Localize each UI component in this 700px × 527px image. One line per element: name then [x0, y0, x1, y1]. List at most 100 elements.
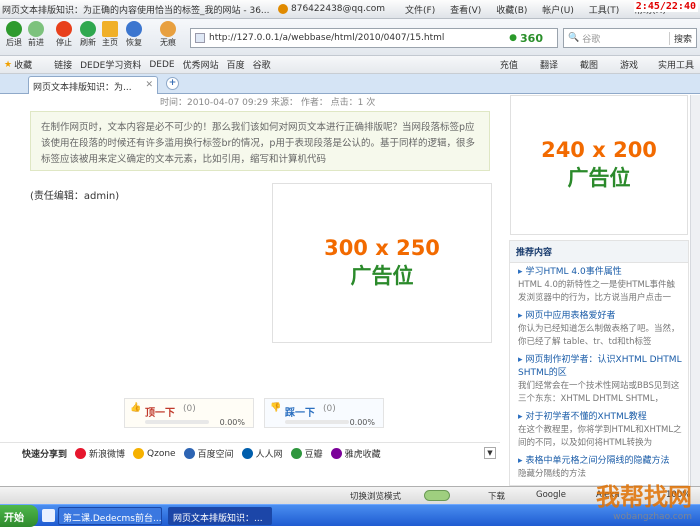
ad-word-label: 广告位 [567, 166, 631, 190]
dropdown-icon[interactable]: ▼ [484, 447, 496, 459]
window-title: 网页文本排版知识：为正确的内容使用恰当的标签_我的网站 - 36... [2, 5, 270, 16]
favorites-item-dede-docs[interactable]: DEDE学习资料 [80, 58, 141, 71]
tools-button[interactable]: 实用工具 [658, 58, 694, 71]
taskbar: 开始 第二课.Dedecms前台... 网页文本排版知识：... [0, 504, 700, 527]
vote-down-percent: 0.00% [349, 418, 375, 427]
vote-up-percent: 0.00% [219, 418, 245, 427]
tab-article[interactable]: 网页文本排版知识：为... ✕ [28, 76, 158, 94]
new-tab-icon[interactable]: + [166, 77, 179, 90]
favorites-bar: ★ 收藏 链接 DEDE学习资料 DEDE 优秀网站 百度 谷歌 充值 翻译 截… [0, 56, 700, 74]
games-button[interactable]: 游戏 [620, 58, 638, 71]
recommend-desc: 在这个教程里，你将学到HTML和XHTML之间的不同，以及如何将HTML转换为 [518, 425, 682, 448]
recommend-desc: HTML 4.0的新特性之一是使HTML事件触发浏览器中的行为，比方说当用户点击… [518, 280, 676, 303]
recommend-link[interactable]: 表格中单元格之间分隔线的隐藏方法 [518, 455, 682, 468]
search-input[interactable]: 谷歌 [582, 32, 669, 45]
address-bar[interactable]: http://127.0.0.1/a/webbase/html/2010/040… [190, 28, 558, 48]
favorites-item-baidu[interactable]: 百度 [227, 58, 245, 71]
vote-up-button[interactable]: 👍 顶一下 (0) 0.00% [124, 398, 254, 428]
share-renren[interactable]: 人人网 [241, 447, 283, 460]
toggle-icon[interactable] [424, 490, 450, 501]
tab-bar: 网页文本排版知识：为... ✕ + [0, 74, 700, 94]
ad-size-label: 300 x 250 [324, 236, 440, 260]
article-editor: (责任编辑：admin) [30, 191, 120, 202]
page-icon [195, 33, 205, 43]
taskbar-item-dedecms[interactable]: 第二课.Dedecms前台... [58, 507, 162, 525]
share-baidu-space[interactable]: 百度空间 [183, 447, 234, 460]
restore-button[interactable]: 恢复 [120, 21, 148, 48]
article-intro: 在制作网页时，文本内容是必不可少的！那么我们该如何对网页文本进行正确排版呢？当网… [30, 111, 490, 171]
forward-button[interactable]: 前进 [22, 21, 50, 48]
vote-down-count: (0) [323, 404, 336, 414]
ad-size-label: 240 x 200 [541, 138, 657, 162]
download-button[interactable]: 下载 [488, 490, 505, 502]
google-label[interactable]: Google [536, 490, 566, 500]
list-item: 网页中应用表格爱好者 你认为已经知道怎么制做表格了吧。当然，你已经了解 tabl… [510, 307, 688, 351]
ad-word-label: 广告位 [350, 264, 414, 288]
share-qzone[interactable]: Qzone [133, 448, 176, 459]
search-icon: 🔍 [568, 33, 580, 43]
favorites-item-links[interactable]: 链接 [54, 58, 72, 71]
share-weibo[interactable]: 新浪微博 [75, 447, 125, 460]
yahoo-icon [330, 448, 342, 459]
weibo-icon [75, 448, 87, 459]
page-content: 时间：2010-04-07 09:29 来源： 作者： 点击：1 次 在制作网页… [0, 95, 700, 486]
brand-360[interactable]: 360 [520, 32, 543, 45]
menu-favorites[interactable]: 收藏(B) [496, 6, 527, 16]
search-button[interactable]: 搜索 [668, 31, 696, 45]
home-icon [102, 21, 118, 37]
translate-button[interactable]: 翻译 [540, 58, 558, 71]
forward-arrow-icon [28, 21, 44, 37]
recommend-link[interactable]: 网页制作初学者：认识XHTML DHTML SHTML的区 [518, 354, 682, 380]
thumbs-down-icon: 👎 [270, 403, 282, 413]
recommend-link[interactable]: 学习HTML 4.0事件属性 [518, 266, 682, 279]
article-meta: 时间：2010-04-07 09:29 来源： 作者： 点击：1 次 [160, 98, 376, 108]
menu-file[interactable]: 文件(F) [405, 6, 435, 16]
favorites-item-sites[interactable]: 优秀网站 [183, 58, 219, 71]
url-text[interactable]: http://127.0.0.1/a/webbase/html/2010/040… [209, 33, 509, 43]
quick-launch-icon[interactable] [42, 509, 55, 522]
list-item: 对于初学者不懂的XHTML教程 在这个教程里，你将学到HTML和XHTML之间的… [510, 408, 688, 452]
douban-icon [290, 448, 302, 459]
renren-icon [241, 448, 253, 459]
menu-tools[interactable]: 工具(T) [589, 6, 620, 16]
share-douban[interactable]: 豆瓣 [290, 447, 323, 460]
menu-view[interactable]: 查看(V) [450, 6, 481, 16]
recommend-link[interactable]: 网页中应用表格爱好者 [518, 310, 682, 323]
start-button[interactable]: 开始 [0, 505, 38, 527]
ad-slot-240x200[interactable]: 240 x 200 广告位 [510, 95, 688, 235]
close-icon[interactable]: ✕ [145, 80, 153, 90]
site-watermark: 我帮找网 wobangzhao.com [596, 483, 692, 522]
favorites-star-icon: ★ [4, 59, 13, 70]
menu-account[interactable]: 帐户(U) [542, 6, 574, 16]
traceless-button[interactable]: 无痕 [154, 21, 182, 48]
favorites-item-dede[interactable]: DEDE [149, 60, 174, 70]
tab-label: 网页文本排版知识：为... [33, 83, 132, 93]
title-bar: 网页文本排版知识：为正确的内容使用恰当的标签_我的网站 - 36... 8764… [0, 0, 700, 19]
vertical-scrollbar[interactable] [690, 95, 700, 486]
account-email[interactable]: 876422438@qq.com [291, 4, 385, 14]
refresh-icon [80, 21, 96, 37]
favorites-item-google[interactable]: 谷歌 [253, 58, 271, 71]
list-item: 网页制作初学者：认识XHTML DHTML SHTML的区 我们经常会在一个技术… [510, 351, 688, 408]
ad-slot-300x250[interactable]: 300 x 250 广告位 [272, 183, 492, 343]
baidu-icon [183, 448, 195, 459]
recommend-panel: 推荐内容 学习HTML 4.0事件属性 HTML 4.0的新特性之一是使HTML… [509, 240, 689, 486]
back-arrow-icon [6, 21, 22, 37]
recharge-button[interactable]: 充值 [500, 58, 518, 71]
vote-down-button[interactable]: 👎 踩一下 (0) 0.00% [264, 398, 384, 428]
account-icon [278, 4, 288, 14]
screenshot-button[interactable]: 截图 [580, 58, 598, 71]
status-bar: 切换浏览模式 下载 Google Alexa 100% [0, 486, 700, 504]
paw-icon [160, 21, 176, 37]
share-yahoo[interactable]: 雅虎收藏 [330, 447, 381, 460]
vote-down-bar [285, 420, 349, 424]
taskbar-item-browser[interactable]: 网页文本排版知识：... [168, 507, 272, 525]
recommend-link[interactable]: 对于初学者不懂的XHTML教程 [518, 411, 682, 424]
list-item: 学习HTML 4.0事件属性 HTML 4.0的新特性之一是使HTML事件触发浏… [510, 263, 688, 307]
search-box[interactable]: 🔍 谷歌 搜索 [563, 28, 697, 48]
switch-mode-button[interactable]: 切换浏览模式 [350, 490, 401, 502]
vote-up-count: (0) [183, 404, 196, 414]
recommend-desc: 你认为已经知道怎么制做表格了吧。当然，你已经了解 table、tr、td和th标… [518, 324, 680, 347]
favorites-button[interactable]: 收藏 [14, 58, 32, 71]
thumbs-up-icon: 👍 [130, 403, 142, 413]
